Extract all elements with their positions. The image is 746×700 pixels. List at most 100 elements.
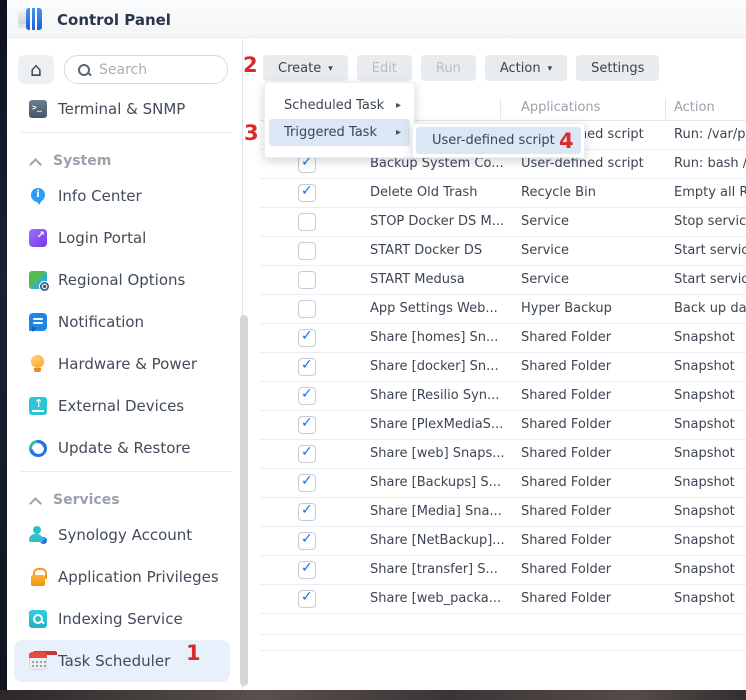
screenshot-root: Control Panel ⌂ Terminal & SNMP System I…: [0, 0, 746, 700]
caret-down-icon: ▾: [548, 64, 553, 74]
sidebar-item-hardware-power[interactable]: Hardware & Power: [7, 343, 242, 385]
row-checkbox[interactable]: [298, 590, 316, 608]
menu-item-user-defined-script[interactable]: User-defined script: [416, 127, 581, 154]
row-checkbox[interactable]: [298, 532, 316, 550]
sidebar-section-label: System: [53, 153, 111, 169]
sidebar-divider: [20, 132, 232, 133]
row-checkbox[interactable]: [298, 416, 316, 434]
control-panel-icon: [17, 6, 43, 32]
row-checkbox[interactable]: [298, 387, 316, 405]
search-icon: [77, 63, 91, 77]
task-name-cell: Share [web] Snaps...: [370, 446, 505, 461]
action-cell: Snapshot: [674, 475, 735, 490]
table-row[interactable]: START Medusa Service Start servic: [260, 266, 746, 295]
annotation-1: 1: [186, 641, 201, 665]
row-checkbox[interactable]: [298, 184, 316, 202]
table-row[interactable]: Share [docker] Sn... Shared Folder Snaps…: [260, 353, 746, 382]
submenu-arrow-icon: ▸: [396, 100, 401, 111]
table-row[interactable]: STOP Docker DS M... Service Stop servic: [260, 208, 746, 237]
update-restore-icon: [29, 439, 47, 457]
column-header-applications[interactable]: Applications: [521, 100, 600, 115]
table-row[interactable]: Share [web_packa... Shared Folder Snapsh…: [260, 585, 746, 614]
row-checkbox[interactable]: [298, 213, 316, 231]
sidebar-item-application-privileges[interactable]: Application Privileges: [7, 556, 242, 598]
sidebar-section-services[interactable]: Services: [7, 475, 242, 514]
table-row[interactable]: Share [Backups] S... Shared Folder Snaps…: [260, 469, 746, 498]
sidebar-item-terminal-snmp[interactable]: Terminal & SNMP: [7, 88, 242, 130]
table-row[interactable]: Share [NetBackup]... Shared Folder Snaps…: [260, 527, 746, 556]
sidebar-scrollbar-thumb[interactable]: [240, 315, 248, 686]
regional-options-icon: [29, 271, 47, 289]
row-checkbox[interactable]: [298, 300, 316, 318]
action-cell: Snapshot: [674, 446, 735, 461]
sidebar-item-external-devices[interactable]: External Devices: [7, 385, 242, 427]
action-cell: Snapshot: [674, 330, 735, 345]
table-footer-line: [260, 650, 746, 651]
action-cell: Start servic: [674, 243, 746, 258]
application-cell: Shared Folder: [521, 475, 611, 490]
column-separator[interactable]: [500, 98, 501, 119]
action-cell: Empty all R: [674, 185, 746, 200]
table-row[interactable]: Share [homes] Sn... Shared Folder Snapsh…: [260, 324, 746, 353]
column-separator[interactable]: [665, 98, 666, 119]
action-cell: Start servic: [674, 272, 746, 287]
sidebar-item-label: Info Center: [58, 187, 142, 205]
action-cell: Snapshot: [674, 388, 735, 403]
row-checkbox[interactable]: [298, 358, 316, 376]
row-checkbox[interactable]: [298, 474, 316, 492]
sidebar-item-notification[interactable]: Notification: [7, 301, 242, 343]
edit-button[interactable]: Edit: [357, 55, 412, 81]
table-row[interactable]: Delete Old Trash Recycle Bin Empty all R: [260, 179, 746, 208]
action-button[interactable]: Action ▾: [485, 55, 567, 81]
create-button[interactable]: Create ▾: [263, 55, 348, 81]
home-button[interactable]: ⌂: [18, 55, 54, 84]
sidebar-section-system[interactable]: System: [7, 136, 242, 175]
sidebar-item-list: Terminal & SNMP System Info Center Login…: [7, 88, 242, 682]
task-name-cell: STOP Docker DS M...: [370, 214, 504, 229]
row-checkbox[interactable]: [298, 503, 316, 521]
task-name-cell: Share [web_packa...: [370, 591, 501, 606]
application-cell: Shared Folder: [521, 330, 611, 345]
sidebar-item-update-restore[interactable]: Update & Restore: [7, 427, 242, 469]
row-checkbox[interactable]: [298, 561, 316, 579]
search-box[interactable]: [64, 55, 228, 84]
menu-item-scheduled-task[interactable]: Scheduled Task ▸: [265, 92, 414, 119]
column-header-action[interactable]: Action: [674, 100, 715, 115]
search-input[interactable]: [99, 62, 217, 78]
annotation-4: 4: [559, 129, 574, 153]
task-name-cell: Backup System Co...: [370, 156, 504, 171]
task-name-cell: Delete Old Trash: [370, 185, 477, 200]
sidebar-item-indexing-service[interactable]: Indexing Service: [7, 598, 242, 640]
row-checkbox[interactable]: [298, 445, 316, 463]
sidebar-item-login-portal[interactable]: Login Portal: [7, 217, 242, 259]
menu-item-triggered-task[interactable]: Triggered Task ▸: [269, 119, 410, 146]
caret-down-icon: ▾: [328, 64, 333, 74]
table-row[interactable]: Share [Resilio Syn... Shared Folder Snap…: [260, 382, 746, 411]
row-checkbox[interactable]: [298, 271, 316, 289]
table-row[interactable]: Share [Media] Sna... Shared Folder Snaps…: [260, 498, 746, 527]
application-cell: Shared Folder: [521, 562, 611, 577]
synology-account-icon: ✓: [29, 526, 47, 544]
annotation-2: 2: [243, 53, 258, 77]
table-row[interactable]: Share [web] Snaps... Shared Folder Snaps…: [260, 440, 746, 469]
table-row[interactable]: Share [PlexMediaS... Shared Folder Snaps…: [260, 411, 746, 440]
sidebar-item-synology-account[interactable]: ✓ Synology Account: [7, 514, 242, 556]
table-row[interactable]: Share [transfer] S... Shared Folder Snap…: [260, 556, 746, 585]
table-row[interactable]: App Settings Web... Hyper Backup Back up…: [260, 295, 746, 324]
settings-button[interactable]: Settings: [576, 55, 659, 81]
application-cell: Shared Folder: [521, 359, 611, 374]
sidebar-item-label: Notification: [58, 313, 144, 331]
sidebar-item-regional-options[interactable]: Regional Options: [7, 259, 242, 301]
row-checkbox[interactable]: [298, 242, 316, 260]
table-row[interactable]: START Docker DS Service Start servic: [260, 237, 746, 266]
sidebar-item-info-center[interactable]: Info Center: [7, 175, 242, 217]
sidebar-item-label: External Devices: [58, 397, 184, 415]
login-portal-icon: [29, 229, 47, 247]
row-checkbox[interactable]: [298, 329, 316, 347]
sidebar-section-label: Services: [53, 492, 120, 508]
action-cell: Snapshot: [674, 504, 735, 519]
create-dropdown-menu: Scheduled Task ▸ Triggered Task ▸: [264, 82, 415, 158]
run-button[interactable]: Run: [421, 55, 476, 81]
application-cell: Shared Folder: [521, 591, 611, 606]
table-footer-line: [260, 634, 746, 635]
